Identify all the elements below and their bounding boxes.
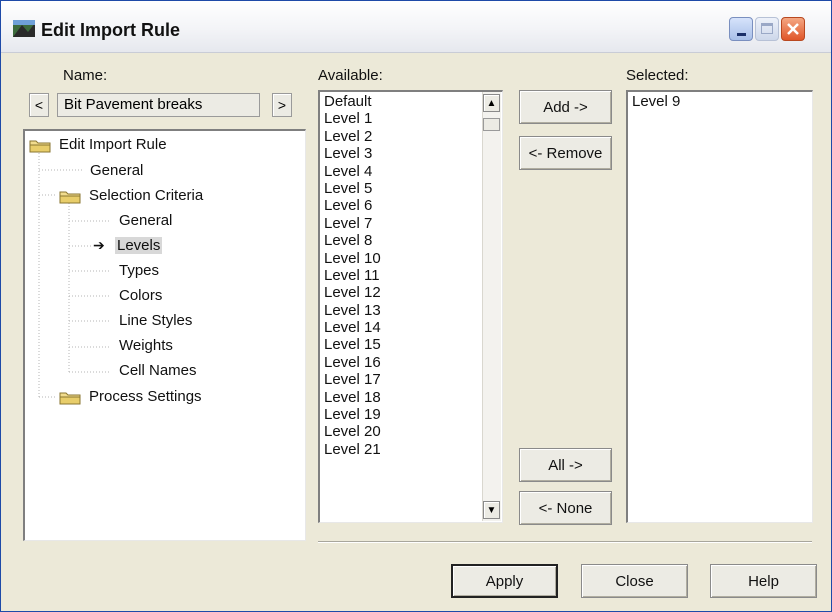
tree-label: Levels — [115, 237, 163, 254]
tree-label: General — [90, 162, 144, 179]
previous-rule-button[interactable]: < — [29, 93, 49, 117]
folder-icon — [59, 392, 81, 405]
window-title: Edit Import Rule — [41, 20, 180, 40]
minimize-button[interactable] — [729, 17, 753, 41]
tree-label: Types — [119, 262, 160, 279]
selected-listbox[interactable] — [626, 90, 813, 523]
maximize-button[interactable] — [755, 17, 779, 41]
tree-item-cell-names[interactable]: Cell Names — [119, 362, 197, 379]
arrow-right-icon: ➔ — [93, 237, 105, 253]
list-item[interactable]: Level 2 — [320, 128, 480, 145]
apply-button[interactable]: Apply — [451, 564, 558, 598]
close-button[interactable]: Close — [581, 564, 688, 598]
folder-icon — [29, 140, 51, 153]
tree-item-line-styles[interactable]: Line Styles — [119, 312, 192, 329]
next-rule-button[interactable]: > — [272, 93, 292, 117]
close-window-button[interactable] — [781, 17, 805, 41]
list-item[interactable]: Level 19 — [320, 406, 480, 423]
list-item[interactable]: Level 11 — [320, 267, 480, 284]
tree-item-criteria-general[interactable]: General — [119, 212, 172, 229]
list-item[interactable]: Level 14 — [320, 319, 480, 336]
list-item[interactable]: Level 10 — [320, 250, 480, 267]
tree-item-types[interactable]: Types — [119, 262, 159, 279]
selected-label: Selected: — [626, 67, 689, 84]
list-item[interactable]: Level 17 — [320, 371, 480, 388]
available-items: Default Level 1 Level 2 Level 3 Level 4 Level… — [320, 93, 480, 521]
name-label: Name: — [63, 67, 108, 84]
list-item[interactable]: Default — [320, 93, 480, 110]
add-button[interactable]: Add -> — [519, 90, 612, 124]
tree-label: Weights — [119, 337, 173, 354]
scroll-down-button[interactable]: ▼ — [483, 501, 500, 519]
scroll-down-icon: ▼ — [486, 504, 497, 516]
app-icon — [13, 20, 35, 37]
list-item[interactable]: Level 3 — [320, 145, 480, 162]
selected-items: Level 9 — [628, 93, 808, 110]
tree-label: Edit Import Rule — [59, 136, 167, 153]
available-scrollbar[interactable] — [482, 92, 501, 521]
scroll-up-icon: ▲ — [486, 97, 497, 109]
tree-label: Colors — [119, 287, 163, 304]
list-item[interactable]: Level 9 — [628, 93, 808, 110]
scroll-thumb[interactable] — [483, 118, 500, 131]
scroll-up-button[interactable]: ▲ — [483, 94, 500, 112]
list-item[interactable]: Level 21 — [320, 441, 480, 458]
folder-icon — [59, 191, 81, 204]
tree-item-general[interactable]: General — [90, 162, 143, 179]
title-bar[interactable]: Edit Import Rule — [1, 1, 831, 53]
minimize-icon — [737, 33, 746, 36]
close-icon — [787, 23, 799, 35]
separator — [318, 541, 812, 543]
tree-item-colors[interactable]: Colors — [119, 287, 162, 304]
tree-label: Process Settings — [89, 388, 202, 405]
list-item[interactable]: Level 8 — [320, 232, 480, 249]
list-item[interactable]: Level 13 — [320, 302, 480, 319]
tree-label: Cell Names — [119, 362, 197, 379]
tree-label: Line Styles — [119, 312, 193, 329]
maximize-icon — [761, 23, 773, 34]
list-item[interactable]: Level 7 — [320, 215, 480, 232]
list-item[interactable]: Level 6 — [320, 197, 480, 214]
list-item[interactable]: Level 12 — [320, 284, 480, 301]
list-item[interactable]: Level 16 — [320, 354, 480, 371]
rule-name-field[interactable]: Bit Pavement breaks — [57, 93, 260, 117]
edit-import-rule-window: Edit Import Rule Name: < Bit Pavement br… — [0, 0, 832, 612]
help-button[interactable]: Help — [710, 564, 817, 598]
list-item[interactable]: Level 18 — [320, 389, 480, 406]
tree-label: General — [119, 212, 173, 229]
tree-items: Edit Import Rule General Selection Crite… — [23, 129, 306, 541]
tree-item-weights[interactable]: Weights — [119, 337, 173, 354]
tree-label: Selection Criteria — [89, 187, 204, 204]
list-item[interactable]: Level 20 — [320, 423, 480, 440]
list-item[interactable]: Level 1 — [320, 110, 480, 127]
remove-button[interactable]: <- Remove — [519, 136, 612, 170]
list-item[interactable]: Level 5 — [320, 180, 480, 197]
add-all-button[interactable]: All -> — [519, 448, 612, 482]
available-label: Available: — [318, 67, 383, 84]
list-item[interactable]: Level 15 — [320, 336, 480, 353]
list-item[interactable]: Level 4 — [320, 163, 480, 180]
remove-all-button[interactable]: <- None — [519, 491, 612, 525]
